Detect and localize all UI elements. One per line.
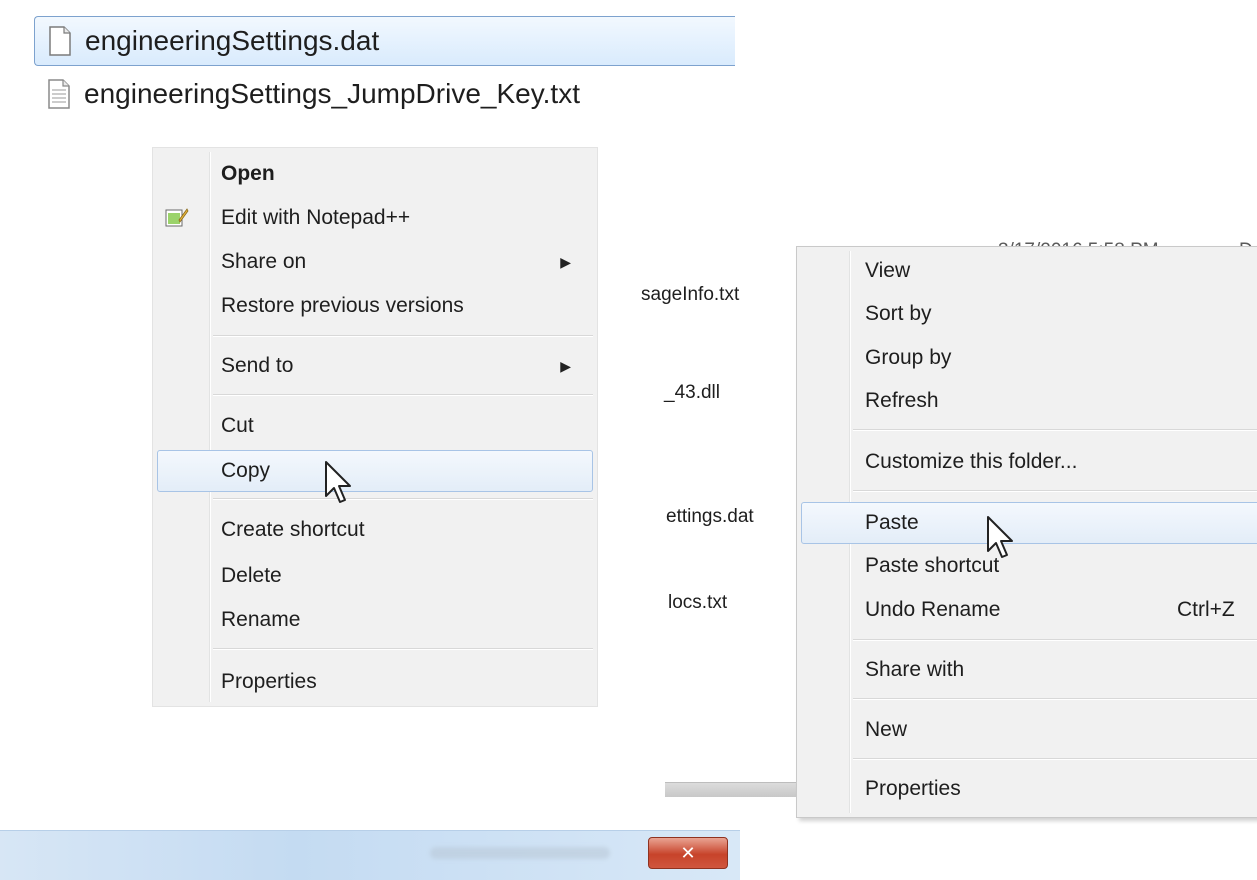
window-title-bar[interactable]: ✕: [0, 830, 740, 880]
menu-separator: [853, 639, 1257, 641]
menu-separator: [853, 490, 1257, 492]
menu-item-sort-by[interactable]: Sort by: [797, 294, 1257, 334]
file-name: engineeringSettings_JumpDrive_Key.txt: [84, 78, 580, 109]
menu-item-delete[interactable]: Delete: [153, 556, 597, 596]
text-file-icon: [48, 79, 70, 109]
blurred-title-text: [430, 847, 610, 859]
file-row-engineering-settings-dat[interactable]: engineeringSettings.dat: [34, 16, 735, 66]
file-name-partial[interactable]: locs.txt: [668, 592, 727, 614]
menu-item-create-shortcut[interactable]: Create shortcut: [153, 510, 597, 550]
menu-item-customize-folder[interactable]: Customize this folder...: [797, 442, 1257, 482]
submenu-arrow-icon: ▶: [560, 357, 571, 374]
menu-item-new[interactable]: New: [797, 710, 1257, 750]
file-context-menu: Open Edit with Notepad++ Share on ▶ Rest…: [152, 147, 598, 707]
file-name-partial[interactable]: sageInfo.txt: [641, 284, 739, 306]
folder-background-context-menu: View Sort by Group by Refresh Customize …: [796, 246, 1257, 818]
menu-separator: [853, 698, 1257, 700]
file-name-partial[interactable]: _43.dll: [664, 382, 720, 404]
file-row-jumpdrive-key-txt[interactable]: engineeringSettings_JumpDrive_Key.txt: [34, 70, 734, 118]
menu-separator: [853, 429, 1257, 431]
menu-item-open[interactable]: Open: [153, 154, 597, 194]
menu-item-send-to[interactable]: Send to ▶: [153, 346, 597, 386]
menu-separator: [213, 648, 593, 650]
menu-item-undo-rename[interactable]: Undo Rename Ctrl+Z: [797, 590, 1257, 630]
submenu-arrow-icon: ▶: [560, 253, 571, 270]
menu-item-paste[interactable]: Paste: [801, 502, 1257, 544]
mouse-pointer-icon: [987, 516, 1013, 558]
menu-item-share-with[interactable]: Share with: [797, 650, 1257, 690]
menu-item-paste-shortcut[interactable]: Paste shortcut: [797, 546, 1257, 586]
menu-item-restore-previous-versions[interactable]: Restore previous versions: [153, 286, 597, 326]
menu-item-group-by[interactable]: Group by: [797, 338, 1257, 378]
horizontal-scrollbar[interactable]: [665, 782, 805, 797]
menu-separator: [213, 335, 593, 337]
menu-separator: [213, 498, 593, 500]
blank-file-icon: [49, 26, 71, 56]
menu-item-share-on[interactable]: Share on ▶: [153, 242, 597, 282]
menu-item-view[interactable]: View: [797, 251, 1257, 291]
file-list: engineeringSettings.dat engineeringSetti…: [0, 0, 740, 140]
file-name-partial[interactable]: ettings.dat: [666, 506, 754, 528]
menu-item-edit-with-notepad[interactable]: Edit with Notepad++: [153, 198, 597, 238]
menu-item-properties[interactable]: Properties: [797, 769, 1257, 809]
menu-item-rename[interactable]: Rename: [153, 600, 597, 640]
file-name: engineeringSettings.dat: [85, 25, 380, 56]
notepad-plus-icon: [165, 206, 189, 228]
mouse-pointer-icon: [325, 461, 351, 503]
menu-item-cut[interactable]: Cut: [153, 406, 597, 446]
menu-item-copy[interactable]: Copy: [157, 450, 593, 492]
menu-separator: [853, 758, 1257, 760]
menu-item-refresh[interactable]: Refresh: [797, 381, 1257, 421]
menu-item-properties[interactable]: Properties: [153, 662, 597, 702]
keyboard-shortcut: Ctrl+Z: [1177, 598, 1235, 621]
close-icon: ✕: [680, 842, 696, 863]
menu-separator: [213, 394, 593, 396]
close-button[interactable]: ✕: [648, 837, 728, 869]
